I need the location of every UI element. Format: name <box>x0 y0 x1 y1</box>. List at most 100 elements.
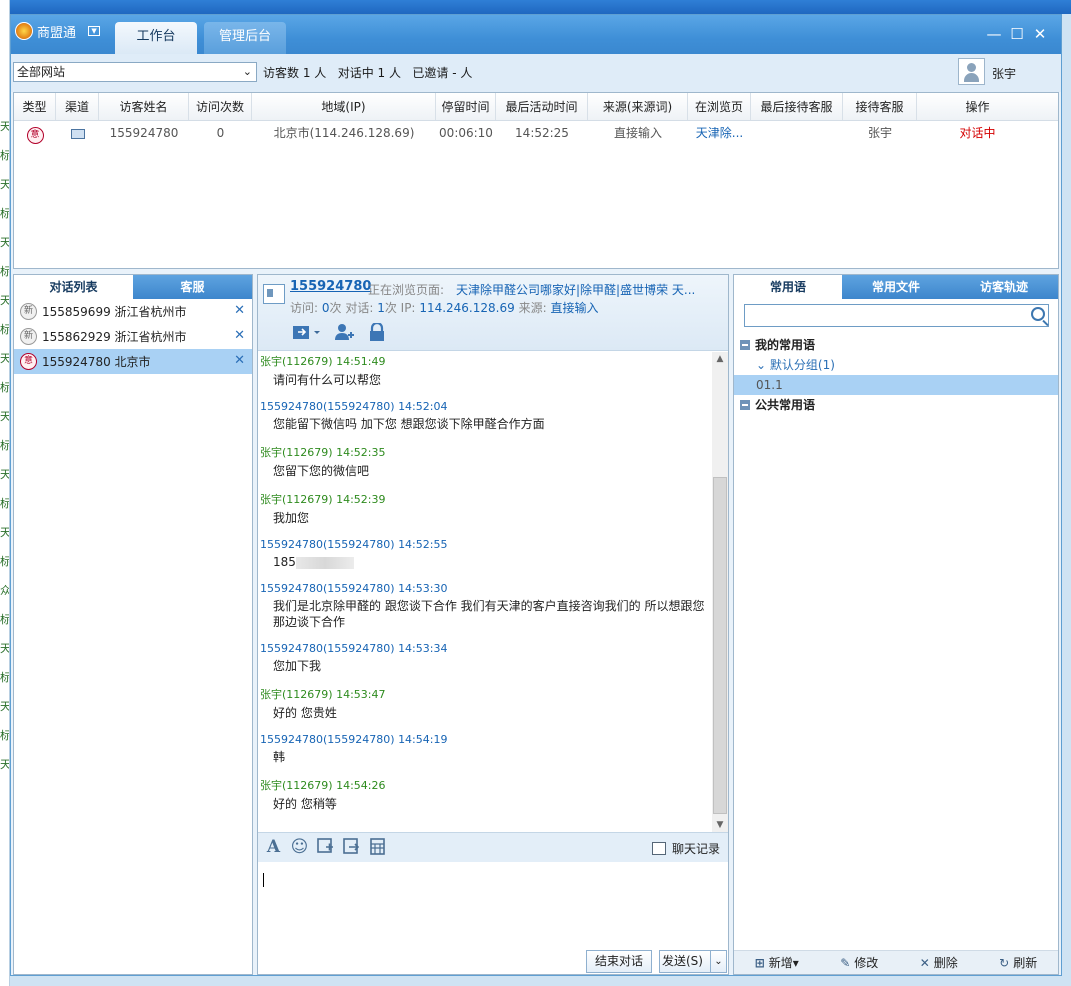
collapse-icon[interactable] <box>740 400 750 410</box>
send-file-icon[interactable] <box>342 838 361 857</box>
emoji-icon[interactable]: ☺ <box>290 838 309 857</box>
close-button[interactable]: ✕ <box>1030 24 1050 44</box>
site-select[interactable]: 全部网站 ⌄ <box>13 62 257 82</box>
delete-button[interactable]: ✕ 删除 <box>920 954 958 971</box>
tab-visitor-track[interactable]: 访客轨迹 <box>950 275 1058 299</box>
list-item[interactable]: 意 155924780 北京市 ✕ <box>14 349 252 374</box>
search-icon[interactable] <box>1031 307 1045 321</box>
chevron-down-icon[interactable]: ⌄ <box>756 358 766 372</box>
col-agent[interactable]: 接待客服 <box>843 93 917 120</box>
col-channel[interactable]: 渠道 <box>56 93 99 120</box>
background-glyph: 标 <box>0 613 10 626</box>
message-text: 韩 <box>260 749 712 765</box>
message-time: 14:53:47 <box>336 688 386 701</box>
tab-common-phrases[interactable]: 常用语 <box>734 275 842 299</box>
avatar[interactable] <box>958 58 985 85</box>
ip-value: 114.246.128.69 <box>419 301 515 315</box>
message-sender: 张宇(112679) <box>260 446 333 459</box>
message-body: 好的 您贵姓 <box>273 706 337 720</box>
tab-common-files[interactable]: 常用文件 <box>842 275 950 299</box>
close-icon[interactable]: ✕ <box>234 328 245 343</box>
message-sender: 张宇(112679) <box>260 688 333 701</box>
background-glyph: 标 <box>0 729 10 742</box>
history-icon <box>651 842 666 855</box>
message-scrollbar[interactable]: ▲ ▼ <box>712 352 728 832</box>
close-icon[interactable]: ✕ <box>234 353 245 368</box>
phrase-tree: 我的常用语 ⌄ 默认分组(1) 01.1 公共常用语 <box>734 335 1058 415</box>
col-last-agent[interactable]: 最后接待客服 <box>751 93 843 120</box>
new-badge-icon: 新 <box>20 328 37 345</box>
chevron-down-icon[interactable]: ⌄ <box>710 951 726 972</box>
background-glyph: 标 <box>0 497 10 510</box>
col-type[interactable]: 类型 <box>14 93 56 120</box>
visitor-stats: 访客数 1 人 对话中 1 人 已邀请 - 人 <box>263 66 473 80</box>
col-source[interactable]: 来源(来源词) <box>588 93 688 120</box>
message-meta: 155924780(155924780) 14:52:55 <box>260 538 712 551</box>
refresh-button[interactable]: ↻ 刷新 <box>999 954 1037 971</box>
lock-icon[interactable] <box>368 321 388 341</box>
message-body: 您能留下微信吗 加下您 想跟您谈下除甲醛合作方面 <box>273 417 545 431</box>
scroll-down-icon[interactable]: ▼ <box>712 820 728 830</box>
source-label: 来源: <box>518 301 547 315</box>
message-item: 155924780(155924780) 14:52:55 185 <box>260 538 712 570</box>
message-text: 您能留下微信吗 加下您 想跟您谈下除甲醛合作方面 <box>260 416 712 432</box>
tree-node-phrase[interactable]: 01.1 <box>734 375 1058 395</box>
browsing-page-link[interactable]: 天津除甲醛公司哪家好|除甲醛|盛世博荣 天... <box>456 281 724 298</box>
chat-visitor-id[interactable]: 155924780 <box>290 279 371 294</box>
send-button[interactable]: 发送(S) ⌄ <box>659 950 727 973</box>
font-icon[interactable]: A <box>264 838 283 857</box>
col-page[interactable]: 在浏览页 <box>688 93 751 120</box>
tab-workbench[interactable]: 工作台 <box>115 22 197 54</box>
col-visitor-name[interactable]: 访客姓名 <box>99 93 189 120</box>
background-glyph: 标 <box>0 439 10 452</box>
col-visits[interactable]: 访问次数 <box>189 93 252 120</box>
close-icon[interactable]: ✕ <box>234 303 245 318</box>
maximize-button[interactable]: ☐ <box>1007 24 1027 44</box>
phrase-search-input[interactable] <box>744 304 1049 327</box>
list-item[interactable]: 新 155859699 浙江省杭州市 ✕ <box>14 299 252 324</box>
chat-history-button[interactable]: 聊天记录 <box>651 840 720 857</box>
col-stay[interactable]: 停留时间 <box>436 93 496 120</box>
transfer-icon[interactable] <box>292 323 320 341</box>
message-sender: 张宇(112679) <box>260 779 333 792</box>
tree-node-my-phrases[interactable]: 我的常用语 <box>734 335 1058 355</box>
minimize-button[interactable]: — <box>984 24 1004 44</box>
tree-node-public-phrases[interactable]: 公共常用语 <box>734 395 1058 415</box>
session-id: 155862929 <box>42 329 111 344</box>
message-input[interactable] <box>258 863 728 974</box>
intent-badge-icon: 意 <box>20 353 37 370</box>
app-menu[interactable]: 商盟通 ▼ <box>15 20 109 42</box>
background-glyph: 天 <box>0 700 10 713</box>
edit-button[interactable]: ✎ 修改 <box>840 954 878 971</box>
message-text: 185 <box>260 554 712 570</box>
col-action[interactable]: 操作 <box>917 93 1038 120</box>
col-region[interactable]: 地域(IP) <box>252 93 436 120</box>
col-last-active[interactable]: 最后活动时间 <box>496 93 588 120</box>
message-item: 张宇(112679) 14:54:26 好的 您稍等 <box>260 777 712 812</box>
tree-label: 公共常用语 <box>755 398 816 412</box>
page-link[interactable]: 天津除... <box>688 121 751 145</box>
calculator-icon[interactable] <box>368 838 387 857</box>
end-chat-button[interactable]: 结束对话 <box>586 950 652 973</box>
table-row[interactable]: 意 155924780 0 北京市(114.246.128.69) 00:06:… <box>14 121 1058 145</box>
message-text: 请问有什么可以帮您 <box>260 372 712 388</box>
tree-node-default-group[interactable]: ⌄ 默认分组(1) <box>734 355 1058 375</box>
chat-panel: 155924780 正在浏览页面: 天津除甲醛公司哪家好|除甲醛|盛世博荣 天.… <box>257 274 729 975</box>
message-text: 您加下我 <box>260 658 712 674</box>
message-meta: 张宇(112679) 14:52:39 <box>260 491 712 507</box>
list-item[interactable]: 新 155862929 浙江省杭州市 ✕ <box>14 324 252 349</box>
collapse-icon[interactable] <box>740 340 750 350</box>
add-button[interactable]: ⊞ 新增▾ <box>755 954 799 971</box>
scroll-thumb[interactable] <box>713 477 727 814</box>
tab-admin[interactable]: 管理后台 <box>204 22 286 54</box>
message-sender: 155924780(155924780) <box>260 642 395 655</box>
visitor-name-cell: 155924780 <box>109 126 179 140</box>
invite-user-icon[interactable] <box>334 323 354 341</box>
scroll-up-icon[interactable]: ▲ <box>712 354 728 364</box>
message-item: 张宇(112679) 14:52:39 我加您 <box>260 491 712 526</box>
tab-agents[interactable]: 客服 <box>133 275 252 299</box>
action-link[interactable]: 对话中 <box>917 121 1038 145</box>
tab-session-list[interactable]: 对话列表 <box>14 275 133 299</box>
background-glyph: 标 <box>0 381 10 394</box>
screenshot-icon[interactable] <box>316 838 335 857</box>
